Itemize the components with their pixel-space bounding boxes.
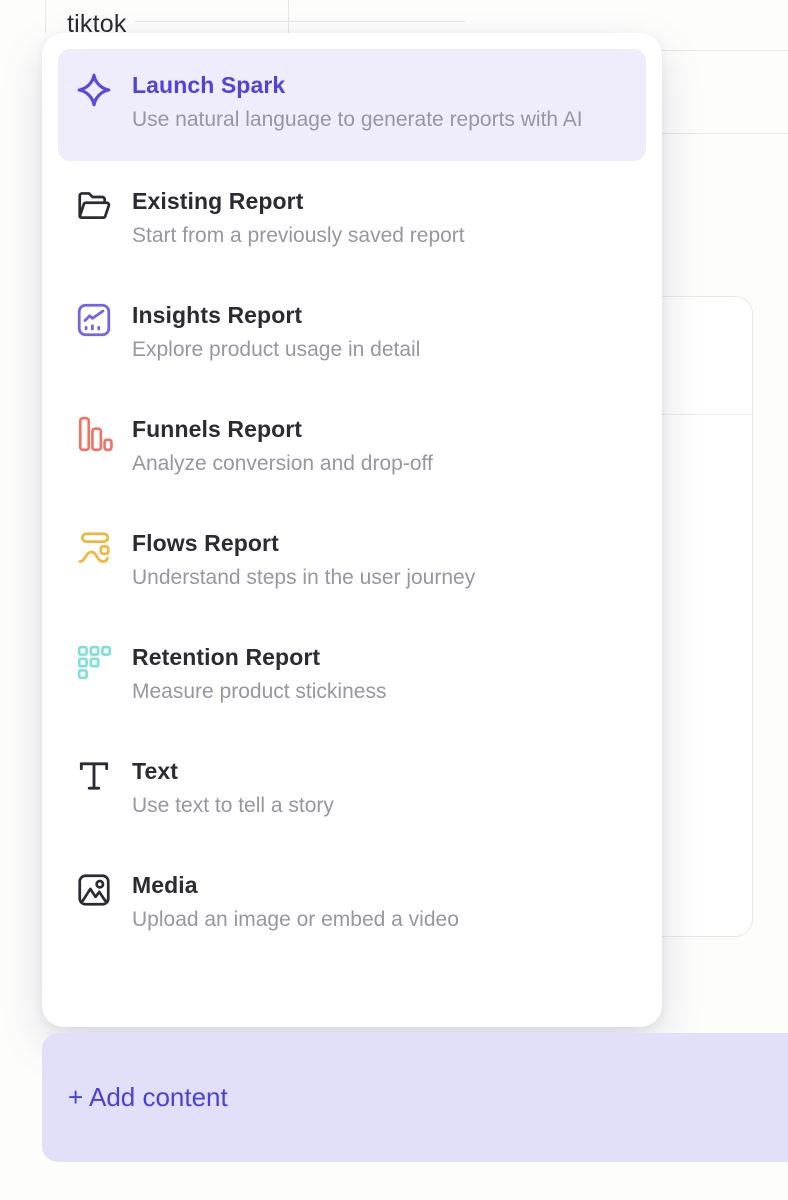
menu-item-title: Launch Spark: [132, 70, 583, 100]
menu-item-existing-report[interactable]: Existing Report Start from a previously …: [58, 165, 646, 273]
menu-item-title: Retention Report: [132, 642, 386, 672]
table-column-divider: [45, 0, 46, 33]
menu-item-title: Text: [132, 756, 334, 786]
menu-item-subtitle: Explore product usage in detail: [132, 334, 420, 366]
menu-item-subtitle: Understand steps in the user journey: [132, 562, 475, 594]
menu-item-subtitle: Analyze conversion and drop-off: [132, 448, 433, 480]
flows-icon: [75, 529, 113, 567]
add-content-label: + Add content: [68, 1082, 228, 1113]
menu-item-subtitle: Use natural language to generate reports…: [132, 104, 583, 136]
insights-chart-icon: [75, 301, 113, 339]
media-image-icon: [75, 871, 113, 909]
menu-item-title: Insights Report: [132, 300, 420, 330]
menu-item-launch-spark[interactable]: Launch Spark Use natural language to gen…: [58, 49, 646, 161]
menu-item-subtitle: Upload an image or embed a video: [132, 904, 459, 936]
folder-icon: [75, 187, 113, 225]
menu-item-subtitle: Start from a previously saved report: [132, 220, 465, 252]
menu-item-title: Flows Report: [132, 528, 475, 558]
menu-item-media[interactable]: Media Upload an image or embed a video: [58, 849, 646, 957]
menu-item-title: Funnels Report: [132, 414, 433, 444]
text-icon: [75, 757, 113, 795]
menu-item-title: Existing Report: [132, 186, 465, 216]
add-content-menu: Launch Spark Use natural language to gen…: [42, 33, 662, 1027]
retention-grid-icon: [75, 643, 113, 681]
menu-item-retention-report[interactable]: Retention Report Measure product stickin…: [58, 621, 646, 729]
menu-item-text[interactable]: Text Use text to tell a story: [58, 735, 646, 843]
menu-item-subtitle: Measure product stickiness: [132, 676, 386, 708]
menu-item-title: Media: [132, 870, 459, 900]
menu-item-insights-report[interactable]: Insights Report Explore product usage in…: [58, 279, 646, 387]
add-content-button[interactable]: + Add content: [42, 1033, 788, 1162]
table-row-divider: [135, 21, 465, 22]
menu-item-flows-report[interactable]: Flows Report Understand steps in the use…: [58, 507, 646, 615]
spark-icon: [75, 71, 113, 109]
panel-divider: [662, 133, 788, 134]
menu-item-subtitle: Use text to tell a story: [132, 790, 334, 822]
funnel-bars-icon: [75, 415, 113, 453]
menu-item-funnels-report[interactable]: Funnels Report Analyze conversion and dr…: [58, 393, 646, 501]
